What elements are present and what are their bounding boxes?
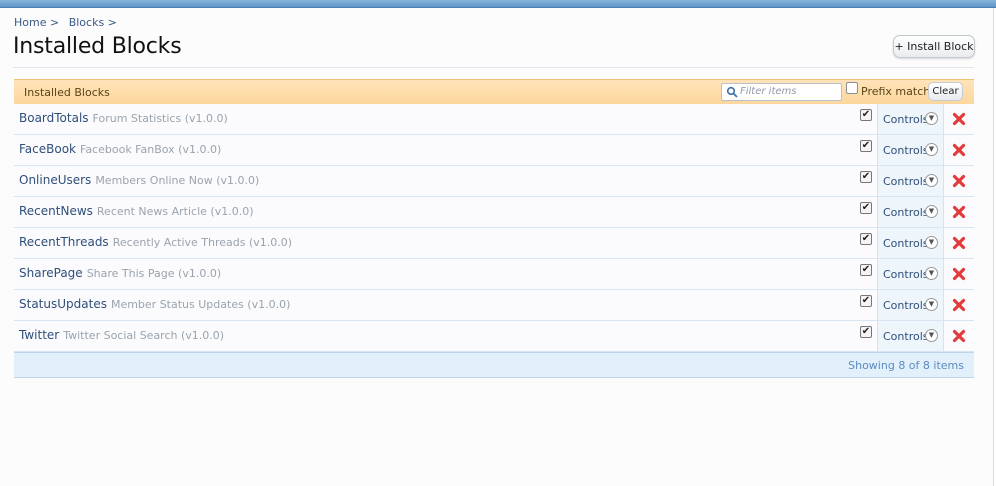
delete-cell (943, 166, 975, 196)
search-icon (726, 86, 738, 98)
block-description: Share This Page (v1.0.0) (86, 267, 222, 280)
breadcrumb-home[interactable]: Home > (14, 16, 59, 29)
prefix-match-label: Prefix match (861, 85, 931, 98)
chevron-down-icon[interactable]: ▼ (925, 267, 938, 280)
block-name[interactable]: BoardTotals Forum Statistics (v1.0.0) (19, 111, 228, 125)
breadcrumb-blocks[interactable]: Blocks > (69, 16, 117, 29)
delete-icon[interactable] (952, 174, 966, 188)
list-item: StatusUpdates Member Status Updates (v1.0… (14, 290, 975, 321)
block-name[interactable]: StatusUpdates Member Status Updates (v1.0… (19, 297, 290, 311)
chevron-down-icon[interactable]: ▼ (925, 298, 938, 311)
block-title[interactable]: BoardTotals (19, 111, 89, 125)
clear-button[interactable]: Clear (928, 82, 963, 101)
chevron-down-icon[interactable]: ▼ (925, 174, 938, 187)
block-description: Twitter Social Search (v1.0.0) (63, 329, 225, 342)
list-item: SharePage Share This Page (v1.0.0) ✔ Contro… (14, 259, 975, 290)
controls-menu[interactable]: Controls ▼ (877, 135, 943, 165)
block-list: BoardTotals Forum Statistics (v1.0.0) ✔ Con… (14, 104, 975, 352)
block-title[interactable]: SharePage (19, 266, 83, 280)
delete-icon[interactable] (952, 298, 966, 312)
delete-icon[interactable] (952, 112, 966, 126)
chevron-down-icon[interactable]: ▼ (925, 112, 938, 125)
block-title[interactable]: StatusUpdates (19, 297, 107, 311)
delete-cell (943, 290, 975, 320)
filter-input[interactable] (740, 85, 838, 98)
install-block-button[interactable]: + Install Block (893, 35, 975, 58)
delete-cell (943, 135, 975, 165)
block-description: Forum Statistics (v1.0.0) (92, 112, 228, 125)
delete-icon[interactable] (952, 205, 966, 219)
page-title: Installed Blocks (13, 34, 182, 59)
controls-label[interactable]: Controls (883, 268, 929, 281)
controls-menu[interactable]: Controls ▼ (877, 104, 943, 134)
list-item: BoardTotals Forum Statistics (v1.0.0) ✔ Con… (14, 104, 975, 135)
enable-checkbox[interactable]: ✔ (860, 171, 872, 183)
block-title[interactable]: Twitter (19, 328, 59, 342)
enable-checkbox[interactable]: ✔ (860, 233, 872, 245)
block-name[interactable]: RecentNews Recent News Article (v1.0.0) (19, 204, 254, 218)
controls-menu[interactable]: Controls ▼ (877, 321, 943, 351)
filter-field[interactable] (721, 83, 842, 101)
controls-label[interactable]: Controls (883, 206, 929, 219)
list-footer: Showing 8 of 8 items (14, 352, 974, 378)
controls-menu[interactable]: Controls ▼ (877, 197, 943, 227)
enable-checkbox[interactable]: ✔ (860, 140, 872, 152)
list-item: FaceBook Facebook FanBox (v1.0.0) ✔ Control… (14, 135, 975, 166)
enable-checkbox[interactable]: ✔ (860, 295, 872, 307)
controls-label[interactable]: Controls (883, 299, 929, 312)
window-top-bar (0, 0, 996, 8)
block-name[interactable]: OnlineUsers Members Online Now (v1.0.0) (19, 173, 259, 187)
block-name[interactable]: RecentThreads Recently Active Threads (v1… (19, 235, 292, 249)
block-description: Members Online Now (v1.0.0) (95, 174, 260, 187)
chevron-down-icon[interactable]: ▼ (925, 236, 938, 249)
controls-label[interactable]: Controls (883, 175, 929, 188)
controls-label[interactable]: Controls (883, 144, 929, 157)
delete-icon[interactable] (952, 267, 966, 281)
item-count: Showing 8 of 8 items (848, 359, 964, 372)
enable-checkbox[interactable]: ✔ (860, 202, 872, 214)
block-title[interactable]: OnlineUsers (19, 173, 91, 187)
prefix-match-checkbox[interactable] (846, 82, 858, 94)
delete-cell (943, 228, 975, 258)
delete-cell (943, 104, 975, 134)
title-divider (13, 67, 974, 68)
block-title[interactable]: FaceBook (19, 142, 76, 156)
controls-label[interactable]: Controls (883, 113, 929, 126)
list-item: Twitter Twitter Social Search (v1.0.0) ✔ Co… (14, 321, 975, 352)
delete-cell (943, 321, 975, 351)
enable-checkbox[interactable]: ✔ (860, 264, 872, 276)
controls-menu[interactable]: Controls ▼ (877, 228, 943, 258)
list-item: OnlineUsers Members Online Now (v1.0.0) ✔ C… (14, 166, 975, 197)
list-item: RecentThreads Recently Active Threads (v1… (14, 228, 975, 259)
block-title[interactable]: RecentNews (19, 204, 93, 218)
chevron-down-icon[interactable]: ▼ (925, 329, 938, 342)
block-title[interactable]: RecentThreads (19, 235, 109, 249)
controls-label[interactable]: Controls (883, 237, 929, 250)
chevron-down-icon[interactable]: ▼ (925, 205, 938, 218)
enable-checkbox[interactable]: ✔ (860, 326, 872, 338)
controls-menu[interactable]: Controls ▼ (877, 290, 943, 320)
controls-menu[interactable]: Controls ▼ (877, 259, 943, 289)
block-description: Member Status Updates (v1.0.0) (110, 298, 291, 311)
delete-icon[interactable] (952, 143, 966, 157)
delete-icon[interactable] (952, 329, 966, 343)
block-description: Recently Active Threads (v1.0.0) (112, 236, 293, 249)
block-name[interactable]: SharePage Share This Page (v1.0.0) (19, 266, 221, 280)
block-name[interactable]: Twitter Twitter Social Search (v1.0.0) (19, 328, 224, 342)
chevron-down-icon[interactable]: ▼ (925, 143, 938, 156)
delete-icon[interactable] (952, 236, 966, 250)
delete-cell (943, 259, 975, 289)
breadcrumb: Home > Blocks > (14, 16, 123, 29)
list-header-title: Installed Blocks (24, 86, 110, 99)
controls-menu[interactable]: Controls ▼ (877, 166, 943, 196)
controls-label[interactable]: Controls (883, 330, 929, 343)
block-name[interactable]: FaceBook Facebook FanBox (v1.0.0) (19, 142, 221, 156)
list-item: RecentNews Recent News Article (v1.0.0) ✔ C… (14, 197, 975, 228)
block-description: Facebook FanBox (v1.0.0) (80, 143, 222, 156)
list-header: Installed Blocks Prefix match Clear (14, 79, 974, 105)
block-description: Recent News Article (v1.0.0) (96, 205, 254, 218)
enable-checkbox[interactable]: ✔ (860, 109, 872, 121)
delete-cell (943, 197, 975, 227)
